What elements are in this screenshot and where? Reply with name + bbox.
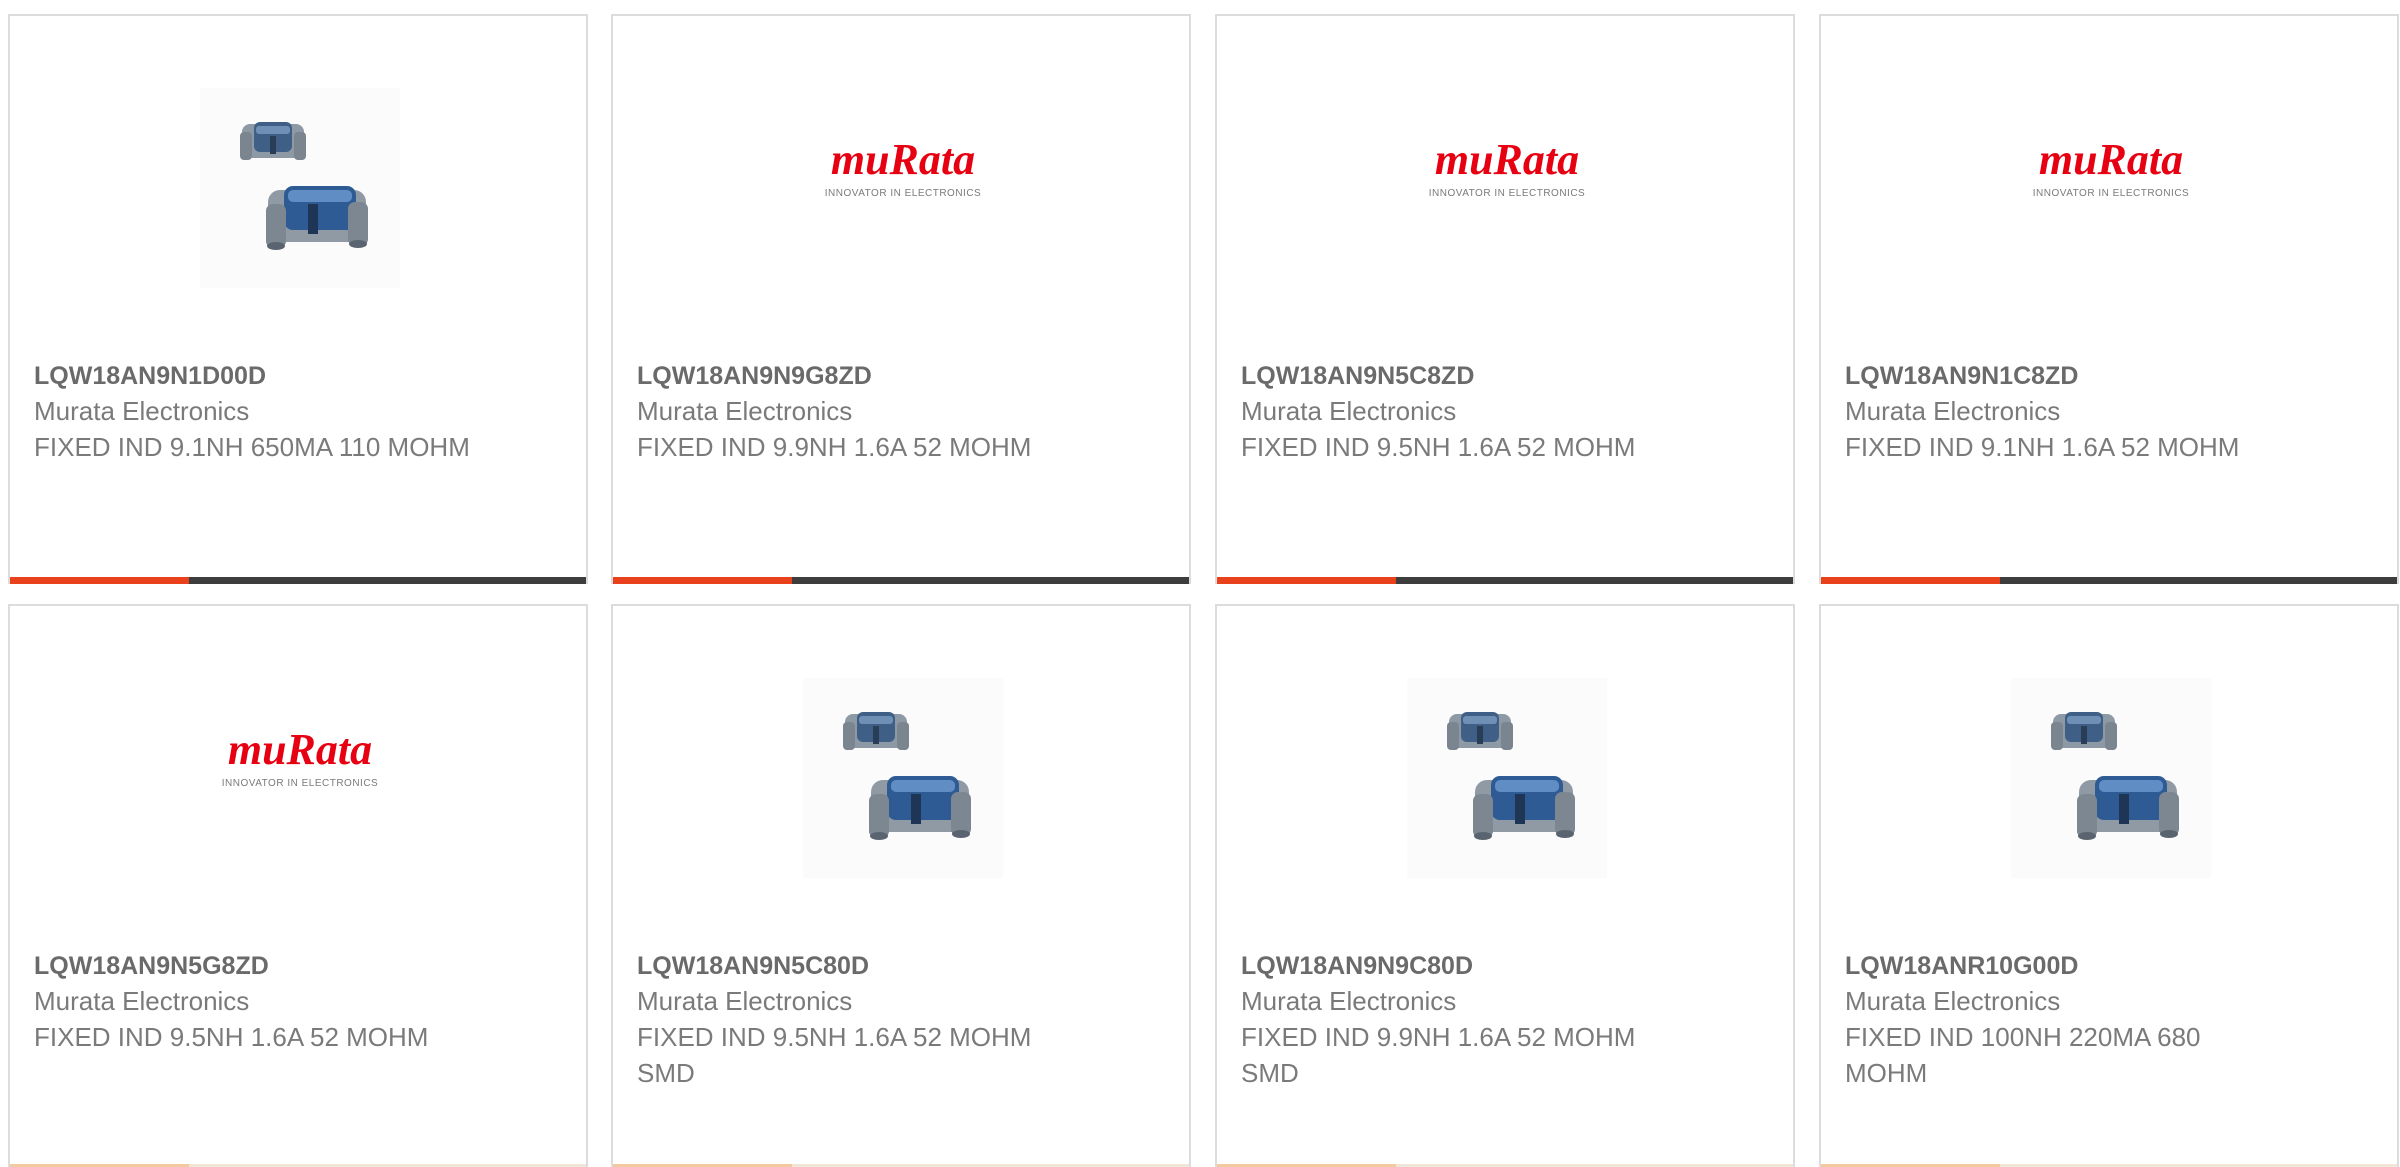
progress-fill <box>10 577 189 584</box>
part-number[interactable]: LQW18AN9N5G8ZD <box>34 949 474 983</box>
murata-logo-icon: muRata INNOVATOR IN ELECTRONICS <box>1429 135 1585 199</box>
part-number[interactable]: LQW18AN9N9G8ZD <box>637 359 1077 393</box>
manufacturer: Murata Electronics <box>34 396 250 426</box>
description: FIXED IND 9.5NH 1.6A 52 MOHM <box>1241 432 1636 462</box>
product-grid: LQW18AN9N1D00D Murata Electronics FIXED … <box>0 0 2400 1167</box>
svg-text:INNOVATOR IN ELECTRONICS: INNOVATOR IN ELECTRONICS <box>825 188 981 199</box>
description: FIXED IND 9.5NH 1.6A 52 MOHM SMD <box>637 1022 1032 1088</box>
progress-bar <box>1217 577 1793 584</box>
product-info: LQW18ANR10G00D Murata Electronics FIXED … <box>1845 949 2285 1091</box>
product-info: LQW18AN9N1D00D Murata Electronics FIXED … <box>34 359 474 465</box>
svg-text:INNOVATOR IN ELECTRONICS: INNOVATOR IN ELECTRONICS <box>1429 188 1585 199</box>
murata-logo[interactable]: muRata INNOVATOR IN ELECTRONICS <box>2011 88 2211 288</box>
svg-text:muRata: muRata <box>228 725 372 774</box>
inductor-photo-icon <box>2011 678 2211 878</box>
product-card[interactable]: muRata INNOVATOR IN ELECTRONICS LQW18AN9N… <box>1819 14 2399 584</box>
svg-text:INNOVATOR IN ELECTRONICS: INNOVATOR IN ELECTRONICS <box>222 778 378 789</box>
part-number[interactable]: LQW18AN9N5C8ZD <box>1241 359 1681 393</box>
svg-text:muRata: muRata <box>2039 135 2183 184</box>
product-card[interactable]: LQW18AN9N5C80D Murata Electronics FIXED … <box>611 604 1191 1167</box>
murata-logo-icon: muRata INNOVATOR IN ELECTRONICS <box>2033 135 2189 199</box>
svg-text:muRata: muRata <box>1435 135 1579 184</box>
product-info: LQW18AN9N5C80D Murata Electronics FIXED … <box>637 949 1077 1091</box>
product-card[interactable]: LQW18AN9N1D00D Murata Electronics FIXED … <box>8 14 588 584</box>
murata-logo[interactable]: muRata INNOVATOR IN ELECTRONICS <box>1407 88 1607 288</box>
product-info: LQW18AN9N5C8ZD Murata Electronics FIXED … <box>1241 359 1681 465</box>
inductor-photo-icon <box>200 88 400 288</box>
svg-text:muRata: muRata <box>831 135 975 184</box>
murata-logo[interactable]: muRata INNOVATOR IN ELECTRONICS <box>200 678 400 878</box>
murata-logo[interactable]: muRata INNOVATOR IN ELECTRONICS <box>803 88 1003 288</box>
inductor-photo-icon <box>1407 678 1607 878</box>
part-number[interactable]: LQW18AN9N9C80D <box>1241 949 1681 983</box>
product-card[interactable]: LQW18AN9N9C80D Murata Electronics FIXED … <box>1215 604 1795 1167</box>
product-card[interactable]: muRata INNOVATOR IN ELECTRONICS LQW18AN9N… <box>611 14 1191 584</box>
progress-bar <box>10 577 586 584</box>
manufacturer: Murata Electronics <box>637 396 853 426</box>
description: FIXED IND 100NH 220MA 680 MOHM <box>1845 1022 2201 1088</box>
description: FIXED IND 9.5NH 1.6A 52 MOHM <box>34 1022 429 1052</box>
progress-bar <box>1821 577 2397 584</box>
part-number[interactable]: LQW18AN9N1D00D <box>34 359 474 393</box>
manufacturer: Murata Electronics <box>637 986 853 1016</box>
murata-logo-icon: muRata INNOVATOR IN ELECTRONICS <box>825 135 981 199</box>
description: FIXED IND 9.1NH 1.6A 52 MOHM <box>1845 432 2240 462</box>
murata-logo-icon: muRata INNOVATOR IN ELECTRONICS <box>222 725 378 789</box>
inductor-photo-icon <box>803 678 1003 878</box>
progress-fill <box>1217 577 1396 584</box>
description: FIXED IND 9.1NH 650MA 110 MOHM <box>34 432 470 462</box>
svg-text:INNOVATOR IN ELECTRONICS: INNOVATOR IN ELECTRONICS <box>2033 188 2189 199</box>
product-card[interactable]: muRata INNOVATOR IN ELECTRONICS LQW18AN9N… <box>1215 14 1795 584</box>
product-info: LQW18AN9N9C80D Murata Electronics FIXED … <box>1241 949 1681 1091</box>
part-number[interactable]: LQW18AN9N1C8ZD <box>1845 359 2285 393</box>
manufacturer: Murata Electronics <box>34 986 250 1016</box>
description: FIXED IND 9.9NH 1.6A 52 MOHM SMD <box>1241 1022 1636 1088</box>
product-info: LQW18AN9N9G8ZD Murata Electronics FIXED … <box>637 359 1077 465</box>
part-number[interactable]: LQW18ANR10G00D <box>1845 949 2285 983</box>
inductor-image[interactable] <box>1407 678 1607 878</box>
part-number[interactable]: LQW18AN9N5C80D <box>637 949 1077 983</box>
product-info: LQW18AN9N5G8ZD Murata Electronics FIXED … <box>34 949 474 1055</box>
progress-bar <box>613 577 1189 584</box>
inductor-image[interactable] <box>200 88 400 288</box>
manufacturer: Murata Electronics <box>1845 396 2061 426</box>
product-info: LQW18AN9N1C8ZD Murata Electronics FIXED … <box>1845 359 2285 465</box>
manufacturer: Murata Electronics <box>1845 986 2061 1016</box>
product-card[interactable]: LQW18ANR10G00D Murata Electronics FIXED … <box>1819 604 2399 1167</box>
progress-fill <box>1821 577 2000 584</box>
progress-fill <box>613 577 792 584</box>
description: FIXED IND 9.9NH 1.6A 52 MOHM <box>637 432 1032 462</box>
inductor-image[interactable] <box>2011 678 2211 878</box>
manufacturer: Murata Electronics <box>1241 986 1457 1016</box>
product-card[interactable]: muRata INNOVATOR IN ELECTRONICS LQW18AN9N… <box>8 604 588 1167</box>
inductor-image[interactable] <box>803 678 1003 878</box>
manufacturer: Murata Electronics <box>1241 396 1457 426</box>
